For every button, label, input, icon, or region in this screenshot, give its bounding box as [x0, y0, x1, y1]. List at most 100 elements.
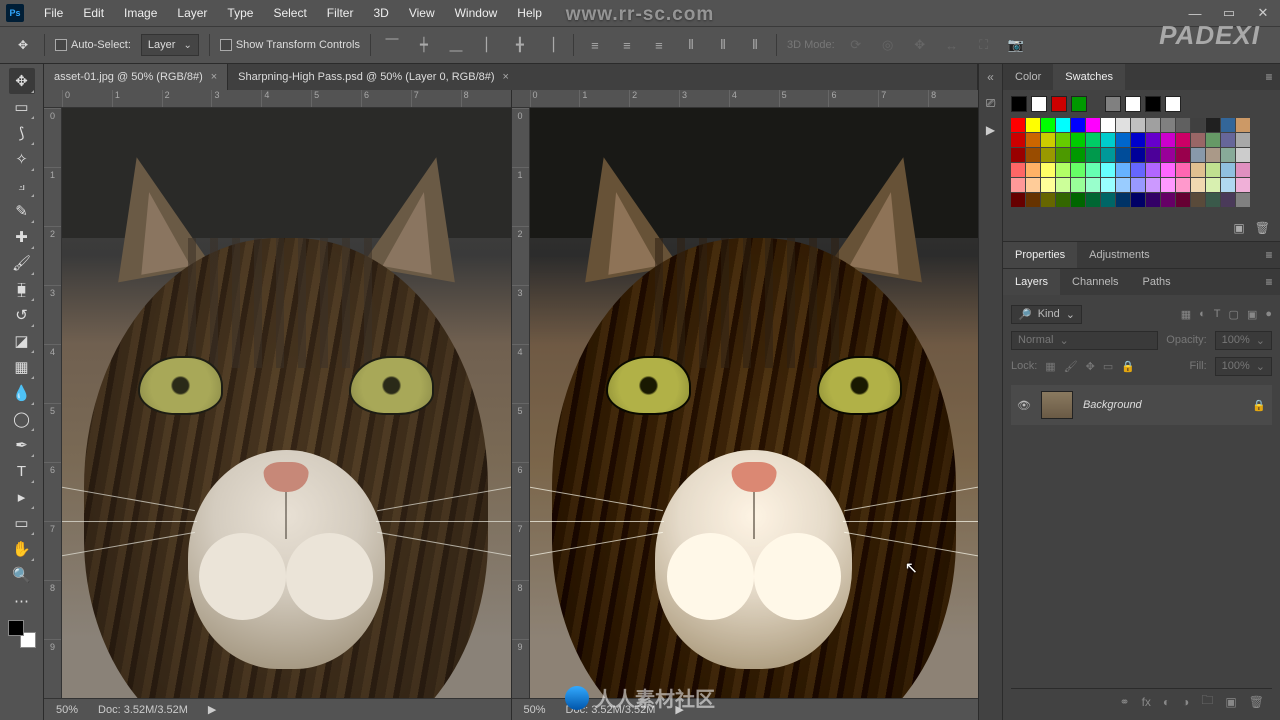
- tab-paths[interactable]: Paths: [1131, 269, 1183, 295]
- window-minimize-button[interactable]: —: [1178, 3, 1212, 23]
- swatch-cell[interactable]: [1131, 133, 1145, 147]
- swatch-recent[interactable]: [1071, 96, 1087, 112]
- zoom-tool[interactable]: 🔍: [9, 562, 35, 588]
- visibility-eye-icon[interactable]: 👁: [1017, 399, 1031, 412]
- swatch-cell[interactable]: [1161, 193, 1175, 207]
- swatch-cell[interactable]: [1191, 163, 1205, 177]
- link-layers-icon[interactable]: ⚭: [1120, 695, 1130, 709]
- swatch-cell[interactable]: [1026, 118, 1040, 132]
- lock-all-icon[interactable]: 🔒: [1121, 360, 1135, 373]
- swatch-cell[interactable]: [1041, 193, 1055, 207]
- auto-select-checkbox[interactable]: Auto-Select:: [55, 39, 131, 51]
- new-layer-icon[interactable]: ▣: [1225, 695, 1236, 709]
- swatch-cell[interactable]: [1026, 178, 1040, 192]
- menu-image[interactable]: Image: [114, 6, 167, 20]
- show-transform-checkbox[interactable]: Show Transform Controls: [220, 39, 360, 51]
- distribute-right-icon[interactable]: ⦀: [744, 34, 766, 56]
- swatch-cell[interactable]: [1146, 133, 1160, 147]
- adjustment-layer-icon[interactable]: ◑: [1182, 695, 1189, 709]
- type-tool[interactable]: T: [9, 458, 35, 484]
- swatch-cell[interactable]: [1026, 148, 1040, 162]
- window-restore-button[interactable]: ▭: [1212, 3, 1246, 23]
- swatch-cell[interactable]: [1116, 118, 1130, 132]
- menu-view[interactable]: View: [399, 6, 445, 20]
- tab-channels[interactable]: Channels: [1060, 269, 1130, 295]
- filter-shape-icon[interactable]: ▢: [1229, 308, 1239, 321]
- swatch-cell[interactable]: [1071, 148, 1085, 162]
- swatch-cell[interactable]: [1056, 133, 1070, 147]
- canvas[interactable]: ↖: [530, 108, 979, 698]
- swatch-cell[interactable]: [1206, 193, 1220, 207]
- 3d-orbit-icon[interactable]: ⟳: [845, 34, 867, 56]
- swatch-cell[interactable]: [1071, 178, 1085, 192]
- swatch-cell[interactable]: [1026, 193, 1040, 207]
- swatch-cell[interactable]: [1011, 178, 1025, 192]
- lock-image-icon[interactable]: 🖌: [1064, 360, 1078, 373]
- crop-tool[interactable]: ⟓: [9, 172, 35, 198]
- swatch-cell[interactable]: [1206, 118, 1220, 132]
- swatch-cell[interactable]: [1176, 148, 1190, 162]
- swatch-cell[interactable]: [1041, 133, 1055, 147]
- align-left-icon[interactable]: ⎢: [477, 34, 499, 56]
- swatch-cell[interactable]: [1236, 178, 1250, 192]
- swatch-cell[interactable]: [1011, 163, 1025, 177]
- menu-window[interactable]: Window: [445, 6, 508, 20]
- marquee-tool[interactable]: ▭: [9, 94, 35, 120]
- swatch-cell[interactable]: [1131, 148, 1145, 162]
- swatch-cell[interactable]: [1161, 178, 1175, 192]
- swatch-cell[interactable]: [1056, 193, 1070, 207]
- swatch-cell[interactable]: [1101, 148, 1115, 162]
- swatch-cell[interactable]: [1041, 178, 1055, 192]
- swatch-cell[interactable]: [1146, 118, 1160, 132]
- menu-layer[interactable]: Layer: [167, 6, 217, 20]
- swatch-cell[interactable]: [1161, 148, 1175, 162]
- zoom-level[interactable]: 50%: [56, 704, 78, 716]
- swatch-cell[interactable]: [1116, 133, 1130, 147]
- menu-type[interactable]: Type: [217, 6, 263, 20]
- status-arrow-icon[interactable]: ▶: [208, 703, 216, 716]
- swatch-cell[interactable]: [1176, 133, 1190, 147]
- swatch-recent[interactable]: [1105, 96, 1121, 112]
- swatch-cell[interactable]: [1221, 163, 1235, 177]
- swatch-cell[interactable]: [1131, 118, 1145, 132]
- swatch-recent[interactable]: [1165, 96, 1181, 112]
- swatch-recent[interactable]: [1051, 96, 1067, 112]
- auto-select-dropdown[interactable]: Layer: [141, 34, 199, 56]
- swatch-cell[interactable]: [1071, 193, 1085, 207]
- document-tab-1[interactable]: Sharpning-High Pass.psd @ 50% (Layer 0, …: [228, 64, 978, 90]
- swatch-cell[interactable]: [1071, 133, 1085, 147]
- swatch-recent[interactable]: [1125, 96, 1141, 112]
- shape-tool[interactable]: ▭: [9, 510, 35, 536]
- menu-select[interactable]: Select: [263, 6, 316, 20]
- blend-mode-dropdown[interactable]: Normal: [1011, 331, 1158, 350]
- distribute-left-icon[interactable]: ⦀: [680, 34, 702, 56]
- filter-pixel-icon[interactable]: ▦: [1181, 308, 1191, 321]
- layer-thumbnail[interactable]: [1041, 391, 1073, 419]
- layer-name[interactable]: Background: [1083, 399, 1142, 411]
- eyedropper-tool[interactable]: ✎: [9, 198, 35, 224]
- group-icon[interactable]: 🗀: [1201, 691, 1213, 712]
- menu-edit[interactable]: Edit: [73, 6, 114, 20]
- healing-brush-tool[interactable]: ✚: [9, 224, 35, 250]
- swatch-cell[interactable]: [1161, 163, 1175, 177]
- swatch-cell[interactable]: [1011, 118, 1025, 132]
- swatch-cell[interactable]: [1236, 163, 1250, 177]
- menu-file[interactable]: File: [34, 6, 73, 20]
- brush-tool[interactable]: 🖌: [9, 250, 35, 276]
- 3d-slide-icon[interactable]: ↔: [941, 34, 963, 56]
- swatch-cell[interactable]: [1206, 163, 1220, 177]
- layer-mask-icon[interactable]: ◐: [1163, 695, 1170, 709]
- swatch-cell[interactable]: [1041, 163, 1055, 177]
- delete-swatch-icon[interactable]: 🗑: [1255, 221, 1270, 235]
- zoom-level[interactable]: 50%: [524, 704, 546, 716]
- collapsed-panel-play-icon[interactable]: ▶: [986, 123, 995, 137]
- swatch-cell[interactable]: [1086, 148, 1100, 162]
- swatch-cell[interactable]: [1041, 118, 1055, 132]
- swatch-cell[interactable]: [1236, 133, 1250, 147]
- layer-row-background[interactable]: 👁 Background 🔒: [1011, 385, 1272, 425]
- swatch-cell[interactable]: [1176, 163, 1190, 177]
- swatch-cell[interactable]: [1206, 148, 1220, 162]
- align-hcenter-icon[interactable]: ╋: [509, 34, 531, 56]
- swatch-cell[interactable]: [1176, 178, 1190, 192]
- swatch-cell[interactable]: [1071, 118, 1085, 132]
